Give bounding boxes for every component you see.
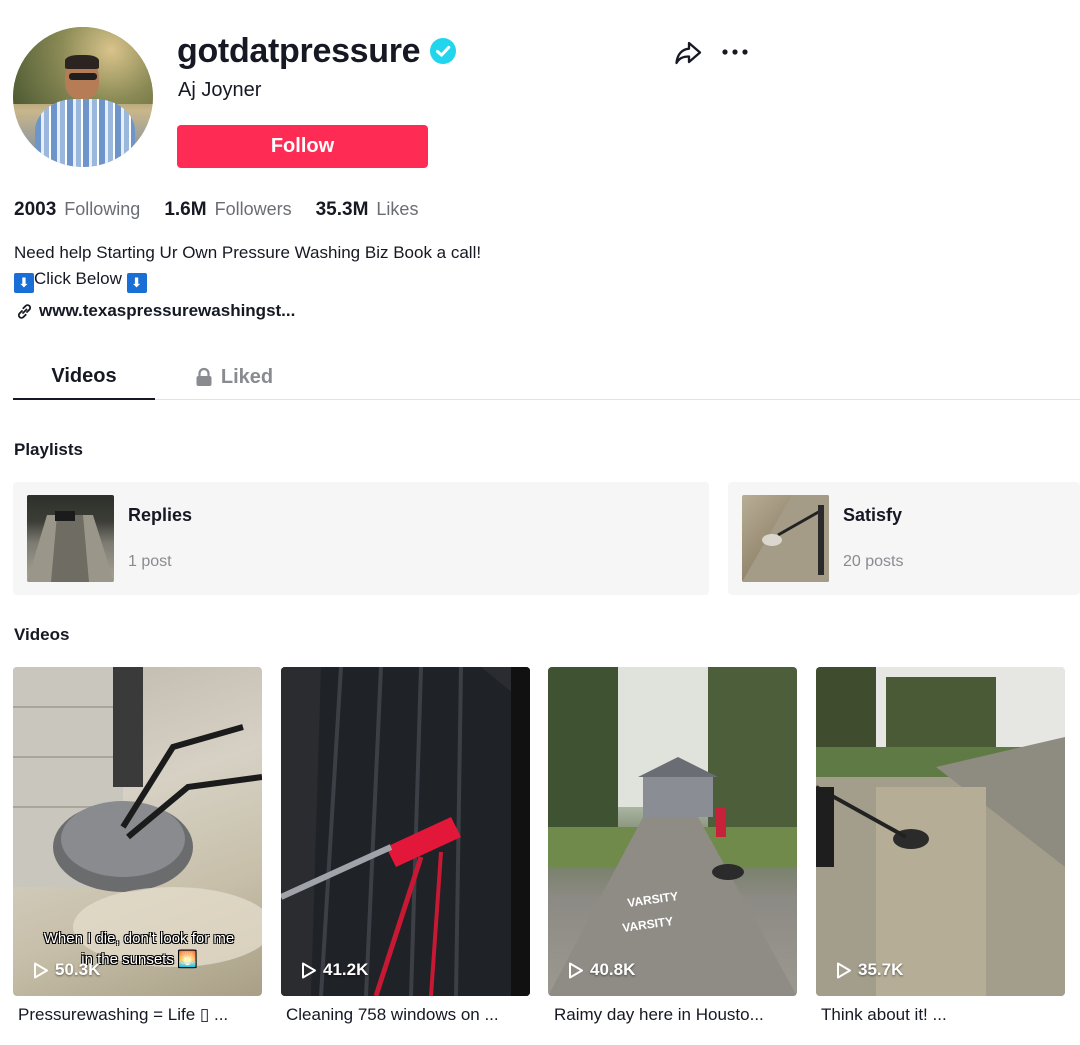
stat-value: 1.6M	[164, 199, 207, 220]
video-thumbnail	[816, 667, 1065, 996]
playlist-thumbnail	[27, 495, 114, 582]
bio-line-1: Need help Starting Ur Own Pressure Washi…	[14, 243, 482, 262]
profile-link[interactable]: www.texaspressurewashingst...	[16, 301, 295, 321]
video-thumbnail	[281, 667, 530, 996]
avatar[interactable]	[13, 27, 153, 167]
playlist-thumbnail	[742, 495, 829, 582]
video-views: 50.3K	[33, 960, 100, 980]
stat-following[interactable]: 2003 Following	[14, 199, 140, 221]
video-thumbnail: VARSITY VARSITY	[548, 667, 797, 996]
video-views: 35.7K	[836, 960, 903, 980]
video-card[interactable]: 35.7K	[816, 667, 1065, 996]
playlists-heading: Playlists	[14, 440, 83, 459]
bio-line-2: ⬇ Click Below ⬇	[14, 266, 481, 293]
profile-link-text[interactable]: www.texaspressurewashingst...	[39, 301, 295, 321]
username: gotdatpressure	[177, 31, 421, 70]
video-caption[interactable]: Raimy day here in Housto...	[554, 1005, 794, 1025]
stat-value: 35.3M	[315, 199, 369, 220]
profile-tabs: Videos Liked	[13, 354, 1080, 400]
videos-heading: Videos	[14, 625, 70, 644]
play-icon	[837, 962, 851, 978]
follow-button[interactable]: Follow	[177, 125, 428, 168]
video-caption[interactable]: Pressurewashing = Life ▯ ...	[18, 1005, 258, 1025]
playlist-count: 1 post	[128, 553, 172, 570]
verified-badge-icon	[430, 38, 457, 64]
profile-header: gotdatpressure	[177, 28, 457, 74]
stat-label: Following	[64, 199, 141, 219]
tab-videos[interactable]: Videos	[13, 354, 155, 400]
video-card[interactable]: 41.2K	[281, 667, 530, 996]
link-icon	[17, 303, 32, 319]
tab-label: Liked	[220, 365, 274, 388]
video-view-count: 40.8K	[590, 960, 636, 979]
video-views: 41.2K	[301, 960, 368, 980]
playlist-title: Replies	[128, 505, 193, 525]
stat-label: Followers	[214, 199, 292, 219]
video-caption[interactable]: Think about it! ...	[821, 1005, 1061, 1025]
down-arrow-icon: ⬇	[126, 273, 147, 293]
profile-stats: 2003 Following 1.6M Followers 35.3M Like…	[14, 199, 418, 221]
playlist-card-satisfy[interactable]: Satisfy 20 posts	[728, 482, 1080, 595]
share-icon[interactable]	[674, 40, 702, 66]
bio: Need help Starting Ur Own Pressure Washi…	[14, 240, 481, 293]
stat-likes: 35.3M Likes	[316, 199, 419, 221]
tab-liked[interactable]: Liked	[155, 354, 313, 400]
playlist-title: Satisfy	[843, 505, 903, 525]
video-card[interactable]: VARSITY VARSITY 40.8K	[548, 667, 797, 996]
nickname: Aj Joyner	[178, 79, 262, 101]
video-views: 40.8K	[568, 960, 635, 980]
video-view-count: 50.3K	[55, 960, 101, 979]
down-arrow-icon: ⬇	[14, 273, 34, 293]
more-options-icon[interactable]	[720, 40, 750, 64]
video-view-count: 41.2K	[323, 960, 369, 979]
video-card[interactable]: When I die, don't look for me in the sun…	[13, 667, 262, 996]
play-icon	[34, 962, 48, 978]
bio-line-2-text: Click Below	[34, 269, 122, 288]
playlist-count: 20 posts	[843, 553, 904, 570]
video-caption[interactable]: Cleaning 758 windows on ...	[286, 1005, 526, 1025]
stat-followers[interactable]: 1.6M Followers	[164, 199, 291, 221]
playlist-card-replies[interactable]: Replies 1 post	[13, 482, 709, 595]
play-icon	[569, 962, 583, 978]
stat-value: 2003	[14, 199, 57, 220]
stat-label: Likes	[376, 199, 419, 219]
lock-icon	[196, 367, 212, 386]
video-view-count: 35.7K	[858, 960, 904, 979]
play-icon	[302, 962, 316, 978]
tab-label: Videos	[51, 364, 117, 387]
